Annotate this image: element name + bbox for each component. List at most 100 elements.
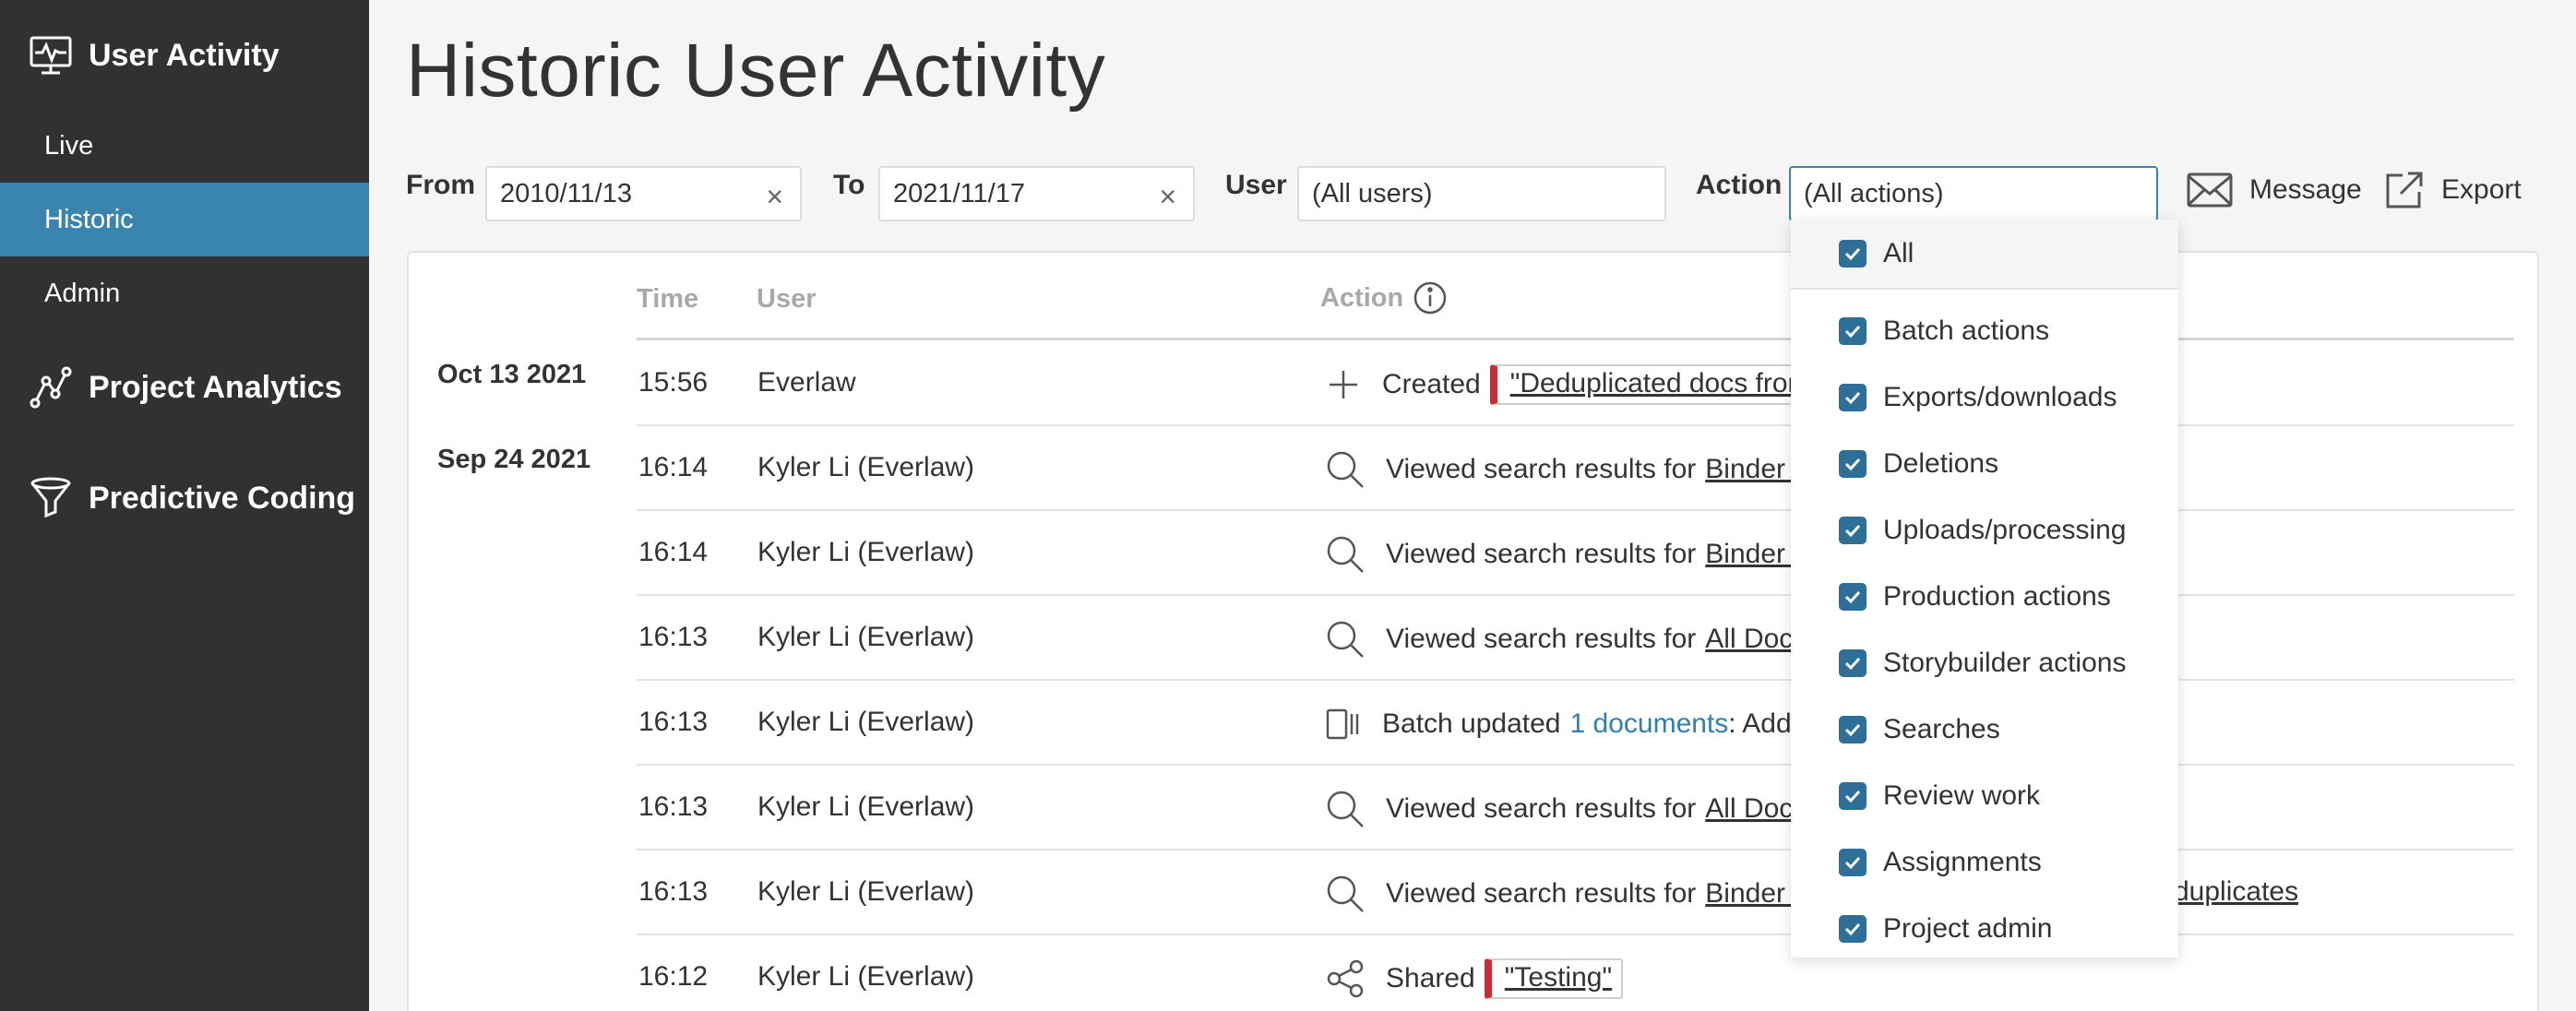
documents-link[interactable]: 1 documents [1570,708,1729,740]
user-label: User [1225,170,1287,200]
funnel-icon [30,477,71,518]
sidebar-section-label: Project Analytics [89,369,342,405]
option-label: Project admin [1883,913,2053,944]
dropdown-option-searches[interactable]: Searches [1839,711,2000,748]
time-column-header[interactable]: Time [637,284,698,315]
row-action: Viewed search results for Binder T [1325,451,1809,488]
action-select[interactable]: (All actions) [1789,166,2158,221]
row-action: Viewed search results for Binder T [1325,536,1809,573]
option-label: Production actions [1883,581,2111,612]
to-label: To [833,170,865,200]
dropdown-option-deletions[interactable]: Deletions [1839,446,1998,482]
checkbox-checked-icon[interactable] [1839,517,1866,544]
row-user: Kyler Li (Everlaw) [757,876,975,907]
action-text: Batch updated [1382,708,1561,739]
share-icon [1327,959,1364,998]
date-group-label: Oct 13 2021 [437,360,587,389]
search-icon [1327,791,1364,827]
row-divider [637,934,2514,935]
row-time: 16:13 [638,622,709,652]
row-divider [637,679,2514,681]
user-select-value: (All users) [1312,178,1433,208]
search-link-tail[interactable]: duplicates [2174,876,2298,908]
checkbox-checked-icon[interactable] [1839,317,1866,345]
checkbox-checked-icon[interactable] [1839,583,1866,611]
row-user: Kyler Li (Everlaw) [757,961,975,992]
sidebar-item-historic[interactable]: Historic [0,183,369,256]
action-text: Shared [1386,963,1475,993]
batch-icon [1326,708,1359,740]
action-text: Viewed search results for [1386,624,1697,654]
action-text: Viewed search results for [1386,793,1697,824]
sidebar-section-predictive-coding[interactable]: Predictive Coding [28,470,355,526]
sidebar-section-label: User Activity [89,37,280,73]
row-time: 16:13 [638,707,709,737]
row-action: Created "Deduplicated docs from [1325,364,1822,405]
row-action: Shared "Testing" [1325,958,1624,999]
user-select[interactable]: (All users) [1297,166,1666,221]
dropdown-option-all[interactable]: All [1839,235,1914,272]
checkbox-checked-icon[interactable] [1839,782,1866,810]
export-button[interactable]: Export [2384,164,2522,216]
row-action: Viewed search results for All Docu [1325,621,1808,658]
row-divider [637,594,2514,596]
dropdown-option-project-admin[interactable]: Project admin [1839,910,2052,947]
sidebar-item-live[interactable]: Live [0,109,369,183]
dropdown-option-batch-actions[interactable]: Batch actions [1839,313,2049,350]
action-text: Viewed search results for [1386,454,1697,484]
checkbox-checked-icon[interactable] [1839,716,1866,743]
option-label: Assignments [1883,847,2042,877]
dropdown-option-production-actions[interactable]: Production actions [1839,578,2111,615]
action-header-label: Action [1320,282,1404,313]
checkbox-checked-icon[interactable] [1839,450,1866,478]
row-time: 16:13 [638,876,709,907]
dropdown-option-assignments[interactable]: Assignments [1839,844,2042,881]
action-label: Action [1696,170,1783,200]
date-group-label: Sep 24 2021 [437,445,591,474]
search-icon [1327,451,1364,488]
checkbox-checked-icon[interactable] [1839,849,1866,876]
header-divider [637,338,2514,340]
row-user: Kyler Li (Everlaw) [757,791,975,822]
from-label: From [406,170,475,200]
sidebar-section-label: Predictive Coding [89,480,356,516]
from-date-value: 2010/11/13 [500,178,632,208]
row-user: Kyler Li (Everlaw) [757,537,975,567]
to-date-value: 2021/11/17 [893,178,1025,208]
sidebar-item-admin[interactable]: Admin [0,256,369,330]
envelope-icon [2187,172,2233,208]
action-select-value: (All actions) [1804,178,1944,208]
message-button[interactable]: Message [2187,164,2362,216]
row-action: Viewed search results for Binder b [1325,875,1808,912]
from-date-field[interactable]: 2010/11/13 × [485,166,802,221]
checkbox-checked-icon[interactable] [1839,384,1866,411]
action-text: Viewed search results for [1386,878,1697,909]
option-label: Deletions [1883,448,1999,479]
dropdown-option-exports-downloads[interactable]: Exports/downloads [1839,379,2117,416]
dropdown-option-uploads-processing[interactable]: Uploads/processing [1839,512,2126,549]
sidebar-section-project-analytics[interactable]: Project Analytics [28,360,342,415]
checkbox-checked-icon[interactable] [1839,649,1866,677]
message-label: Message [2249,174,2362,205]
row-time: 15:56 [638,367,709,398]
action-text: Viewed search results for [1386,539,1697,569]
checkbox-checked-icon[interactable] [1839,915,1866,943]
dropdown-option-review-work[interactable]: Review work [1839,778,2040,815]
to-date-field[interactable]: 2021/11/17 × [878,166,1195,221]
clear-to-icon[interactable]: × [1159,180,1176,214]
info-icon[interactable] [1413,280,1448,315]
export-icon [2386,172,2423,208]
sidebar-section-user-activity[interactable]: User Activity [28,28,280,83]
search-icon [1327,875,1364,912]
checkbox-checked-icon[interactable] [1839,240,1866,268]
clear-from-icon[interactable]: × [766,180,783,214]
shared-item-link[interactable]: "Testing" [1484,958,1624,999]
user-column-header[interactable]: User [757,284,817,315]
row-action: Batch updated 1 documents : Add [1325,706,1792,743]
action-column-header[interactable]: Action [1320,280,1448,315]
created-item-link[interactable]: "Deduplicated docs from [1489,364,1822,405]
row-time: 16:12 [638,961,709,992]
dropdown-option-storybuilder-actions[interactable]: Storybuilder actions [1839,645,2126,682]
option-label: Uploads/processing [1883,515,2127,545]
export-label: Export [2441,174,2522,205]
